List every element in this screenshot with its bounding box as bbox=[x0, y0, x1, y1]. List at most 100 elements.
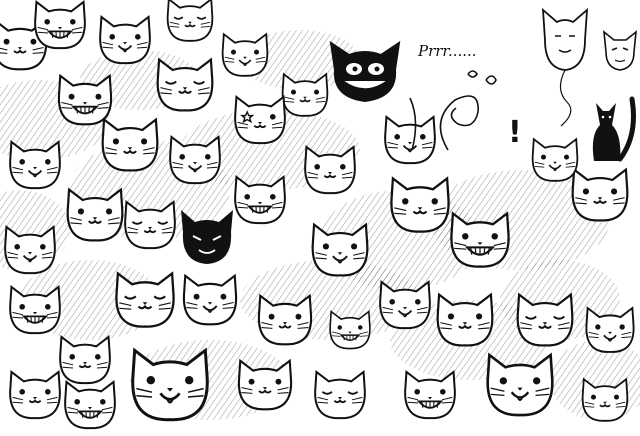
cat-head bbox=[101, 117, 159, 172]
cat-face bbox=[404, 369, 456, 420]
cat-face bbox=[281, 72, 329, 117]
eye bbox=[595, 324, 601, 330]
cat-face bbox=[581, 377, 629, 422]
eye bbox=[314, 89, 320, 95]
cat-face bbox=[311, 222, 369, 277]
cat-head bbox=[9, 139, 61, 190]
cat-head bbox=[59, 334, 111, 385]
eye bbox=[254, 49, 260, 55]
doodle-cats-illustration: Prrr...... ! bbox=[0, 0, 640, 436]
cat-head bbox=[156, 57, 214, 112]
cat-head bbox=[66, 187, 124, 242]
cat-head bbox=[379, 279, 431, 330]
cat-head bbox=[311, 222, 369, 277]
cat-face bbox=[486, 352, 554, 417]
eye bbox=[351, 243, 358, 250]
eye bbox=[619, 324, 625, 330]
cat-face bbox=[169, 134, 221, 185]
cat-face bbox=[101, 117, 159, 172]
cat-face bbox=[304, 144, 356, 195]
cat-face bbox=[234, 94, 286, 145]
eye bbox=[69, 354, 75, 360]
eye bbox=[268, 313, 275, 320]
eye bbox=[476, 313, 483, 320]
cat-head bbox=[9, 284, 61, 335]
eye bbox=[193, 293, 200, 300]
eye bbox=[414, 389, 420, 395]
eye bbox=[19, 304, 25, 310]
cat-head bbox=[281, 72, 329, 117]
cat-face bbox=[124, 199, 176, 250]
eye bbox=[415, 299, 421, 305]
eye bbox=[44, 19, 50, 25]
cat-face bbox=[516, 292, 574, 347]
cat-head bbox=[329, 309, 371, 350]
cat-face bbox=[34, 0, 86, 50]
cat-head bbox=[516, 292, 574, 347]
eye bbox=[141, 138, 148, 145]
eye bbox=[106, 208, 113, 215]
eye bbox=[540, 154, 546, 160]
cat-face bbox=[585, 306, 635, 353]
cat-head bbox=[486, 352, 554, 417]
eye bbox=[611, 188, 618, 195]
cat-head bbox=[182, 273, 238, 326]
cat-face bbox=[57, 73, 113, 126]
eye bbox=[100, 399, 106, 405]
eye bbox=[248, 378, 255, 385]
eye bbox=[447, 313, 454, 320]
eye bbox=[314, 164, 320, 170]
cat-face bbox=[571, 167, 629, 222]
eye bbox=[146, 376, 155, 385]
cat-face bbox=[237, 358, 293, 411]
cat-face bbox=[9, 369, 61, 420]
cat-face bbox=[436, 292, 494, 347]
eye bbox=[440, 389, 446, 395]
cat-head bbox=[384, 114, 436, 165]
eye bbox=[95, 354, 101, 360]
eye bbox=[135, 34, 141, 40]
eye bbox=[179, 154, 185, 160]
cat-face bbox=[156, 57, 214, 112]
eye bbox=[3, 38, 10, 45]
cat-face bbox=[221, 32, 269, 77]
eye bbox=[112, 138, 119, 145]
cat-face bbox=[379, 279, 431, 330]
cat-face bbox=[450, 211, 510, 268]
masked-cat bbox=[329, 40, 401, 103]
cat-face bbox=[384, 114, 436, 165]
cat-head bbox=[237, 358, 293, 411]
cat-head bbox=[436, 292, 494, 347]
eye bbox=[40, 244, 46, 250]
eye bbox=[491, 233, 498, 240]
cat-head bbox=[34, 0, 86, 50]
eye bbox=[185, 376, 194, 385]
eye bbox=[582, 188, 589, 195]
cat-face bbox=[115, 271, 175, 328]
cat-face bbox=[234, 174, 286, 225]
cat-head bbox=[404, 369, 456, 420]
cat-head bbox=[57, 73, 113, 126]
eye bbox=[14, 244, 20, 250]
cat-head bbox=[257, 293, 313, 346]
cat-head bbox=[169, 134, 221, 185]
eye bbox=[614, 394, 620, 400]
eye bbox=[74, 399, 80, 405]
cat-head bbox=[234, 94, 286, 145]
eye bbox=[30, 38, 37, 45]
eye bbox=[45, 159, 51, 165]
cat-face bbox=[390, 176, 450, 233]
cat-head bbox=[131, 347, 209, 422]
eye bbox=[290, 89, 296, 95]
eye bbox=[322, 243, 329, 250]
eye bbox=[533, 377, 541, 385]
eye bbox=[564, 154, 570, 160]
eye bbox=[358, 325, 363, 330]
cat-head bbox=[221, 32, 269, 77]
eye bbox=[394, 134, 400, 140]
cat-face bbox=[9, 284, 61, 335]
cat-head bbox=[390, 176, 450, 233]
eye bbox=[402, 198, 409, 205]
eye bbox=[337, 325, 342, 330]
cat-head bbox=[124, 199, 176, 250]
